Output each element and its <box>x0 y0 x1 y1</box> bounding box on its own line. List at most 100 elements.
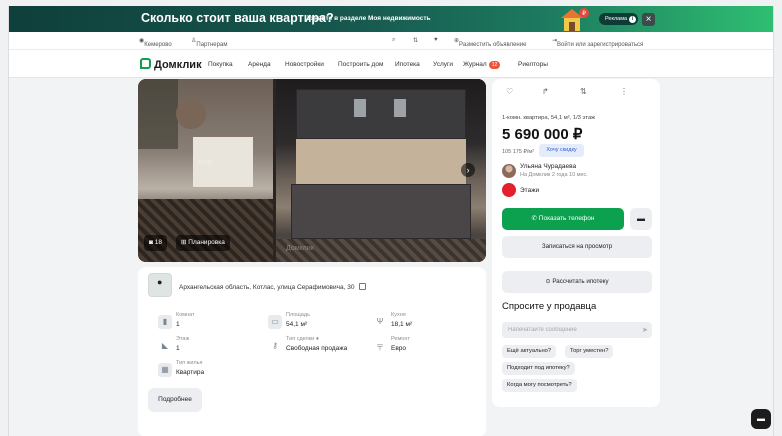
price: 5 690 000 ₽ <box>502 126 583 143</box>
ad-badge[interactable]: Реклама i <box>599 13 638 25</box>
logo-icon <box>140 58 151 69</box>
quick-question[interactable]: Ещё актуально? <box>502 345 557 358</box>
address: Архангельская область, Котлас, улица Сер… <box>179 283 366 291</box>
post-ad-link[interactable]: ⊕ Разместить объявление <box>454 37 526 48</box>
feature-label: Тип сделки ● <box>286 336 319 342</box>
map-thumbnail[interactable] <box>148 273 172 297</box>
photo-count: 18 <box>154 239 162 246</box>
quick-question[interactable]: Подходит под ипотеку? <box>502 362 575 375</box>
mortgage-label: Рассчитать ипотеку <box>552 278 609 285</box>
city-selector[interactable]: ◉ Кемерово <box>139 37 172 48</box>
main-nav: Домклик Покупка Аренда Новостройки Постр… <box>9 50 773 78</box>
floor-plan-button[interactable]: ⊞ Планировка <box>176 235 230 251</box>
nav-link-build-house[interactable]: Построить дом <box>338 61 383 68</box>
pendant-light <box>354 99 366 117</box>
show-phone-button[interactable]: ✆ Показать телефон <box>502 208 624 230</box>
message-input[interactable] <box>502 322 652 338</box>
ask-seller-title: Спросите у продавца <box>502 301 597 312</box>
nav-link-journal[interactable]: Журнал 12 <box>463 61 501 69</box>
feature-housing-type: ▦ Тип жилья Квартира <box>158 360 258 382</box>
nav-link-rent[interactable]: Аренда <box>248 61 271 68</box>
post-ad-label: Разместить объявление <box>459 42 527 48</box>
ad-subtitle: Узнайте в разделе Моя недвижимость <box>307 15 431 22</box>
nav-link-services[interactable]: Услуги <box>433 61 453 68</box>
next-photo-button[interactable]: › <box>461 163 475 177</box>
journal-label: Журнал <box>463 61 487 68</box>
hallway-decor <box>138 79 178 149</box>
close-ad-button[interactable]: × <box>642 13 655 26</box>
logo[interactable]: Домклик <box>140 58 202 71</box>
listing-summary: 1-комн. квартира, 54,1 м², 1/3 этаж <box>502 115 596 121</box>
seller-name[interactable]: Ульяна Чурадаева <box>520 163 576 170</box>
send-icon[interactable]: ➤ <box>642 326 648 334</box>
key-icon: ⚷ <box>272 341 278 350</box>
more-menu-icon[interactable]: ⋮ <box>620 87 628 96</box>
house-illustration-icon: ₽ <box>561 8 589 31</box>
heart-icon[interactable]: ♡ <box>506 87 513 96</box>
nav-link-new-buildings[interactable]: Новостройки <box>285 61 324 68</box>
nav-link-mortgage[interactable]: Ипотека <box>395 61 420 68</box>
book-viewing-button[interactable]: Записаться на просмотр <box>502 236 652 258</box>
feature-value: Квартира <box>176 369 205 376</box>
feature-value: 18,1 м² <box>391 321 413 328</box>
feature-value: 54,1 м² <box>286 321 308 328</box>
partners-link[interactable]: ♙ Партнерам <box>191 37 227 48</box>
listing-info: Архангельская область, Котлас, улица Сер… <box>138 267 486 436</box>
photo-gallery[interactable]: etagi Домклик ◙ 18 ⊞ Планировка › <box>138 79 486 262</box>
avatar[interactable] <box>502 164 516 178</box>
phone-label: Показать телефон <box>538 215 595 222</box>
city-label: Кемерово <box>144 42 172 48</box>
seller-since: На Домклик 2 года 10 мес. <box>520 172 588 178</box>
ad-badge-label: Реклама <box>605 16 628 22</box>
feature-area: ▭ Площадь 54,1 м² <box>268 312 368 334</box>
price-card: ♡ ↱ ⇅ ⋮ 1-комн. квартира, 54,1 м², 1/3 э… <box>492 79 660 407</box>
feature-value: 1 <box>176 345 180 352</box>
search-icon[interactable]: ⌕ <box>392 37 395 44</box>
feature-kitchen: Ψ Кухня 18,1 м² <box>373 312 473 334</box>
nav-link-realtors[interactable]: Риелторы <box>518 61 548 68</box>
feature-label: Площадь <box>286 312 310 318</box>
cutlery-icon: Ψ <box>376 317 384 326</box>
more-details-button[interactable]: Подробнее <box>148 388 202 412</box>
compare-icon[interactable]: ⇅ <box>580 87 587 96</box>
feature-label: Комнат <box>176 312 195 318</box>
feature-rooms: ▮ Комнат 1 <box>158 312 258 334</box>
discount-button[interactable]: Хочу скидку <box>539 144 584 157</box>
browser-viewport: Сколько стоит ваша квартира? Узнайте в р… <box>8 6 774 436</box>
compare-icon[interactable]: ⇅ <box>413 37 418 44</box>
floating-chat-button[interactable]: ▬ <box>751 409 771 429</box>
logo-text: Домклик <box>154 59 202 71</box>
quick-question[interactable]: Торг уместен? <box>565 345 614 358</box>
copy-icon[interactable] <box>358 283 366 290</box>
door-icon: ▮ <box>158 315 172 329</box>
area-icon: ▭ <box>268 315 282 329</box>
watermark: Домклик <box>286 245 314 252</box>
top-strip: ◉ Кемерово ♙ Партнерам ⌕ ⇅ ♥ ⊕ Разместит… <box>9 32 773 50</box>
feature-label: Этаж <box>176 336 190 342</box>
photo-kitchen[interactable]: Домклик <box>276 79 486 262</box>
feature-value: Свободная продажа <box>286 345 348 352</box>
feature-value: 1 <box>176 321 180 328</box>
share-icon[interactable]: ↱ <box>542 87 549 96</box>
nav-link-buy[interactable]: Покупка <box>208 61 233 68</box>
login-link[interactable]: ⇥ Войти или зарегистрироваться <box>552 37 643 48</box>
feature-deal-type: ⚷ Тип сделки ● Свободная продажа <box>268 336 368 358</box>
wall-decor <box>176 99 206 129</box>
floor-pattern <box>138 199 273 262</box>
heart-icon[interactable]: ♥ <box>434 37 438 43</box>
stairs-icon: ◣ <box>161 341 169 350</box>
info-icon[interactable]: ● <box>316 336 319 342</box>
info-icon: i <box>629 16 637 23</box>
agency-name[interactable]: Этажи <box>520 187 539 194</box>
floor-plan-icon: ⊞ <box>181 239 187 246</box>
price-per-m2: 105 175 ₽/м² <box>502 149 535 155</box>
feature-renovation: ╤ Ремонт Евро <box>373 336 473 358</box>
photo-count-chip[interactable]: ◙ 18 <box>144 235 167 251</box>
plan-label: Планировка <box>188 239 225 246</box>
chat-button[interactable]: ▬ <box>630 208 652 230</box>
ad-banner[interactable]: Сколько стоит ваша квартира? Узнайте в р… <box>9 6 773 32</box>
calculate-mortgage-button[interactable]: ⊙ Рассчитать ипотеку <box>502 271 652 293</box>
quick-question[interactable]: Когда могу посмотреть? <box>502 379 577 392</box>
feature-floor: ◣ Этаж 1 <box>158 336 258 358</box>
calculator-icon: ⊙ <box>545 278 551 285</box>
